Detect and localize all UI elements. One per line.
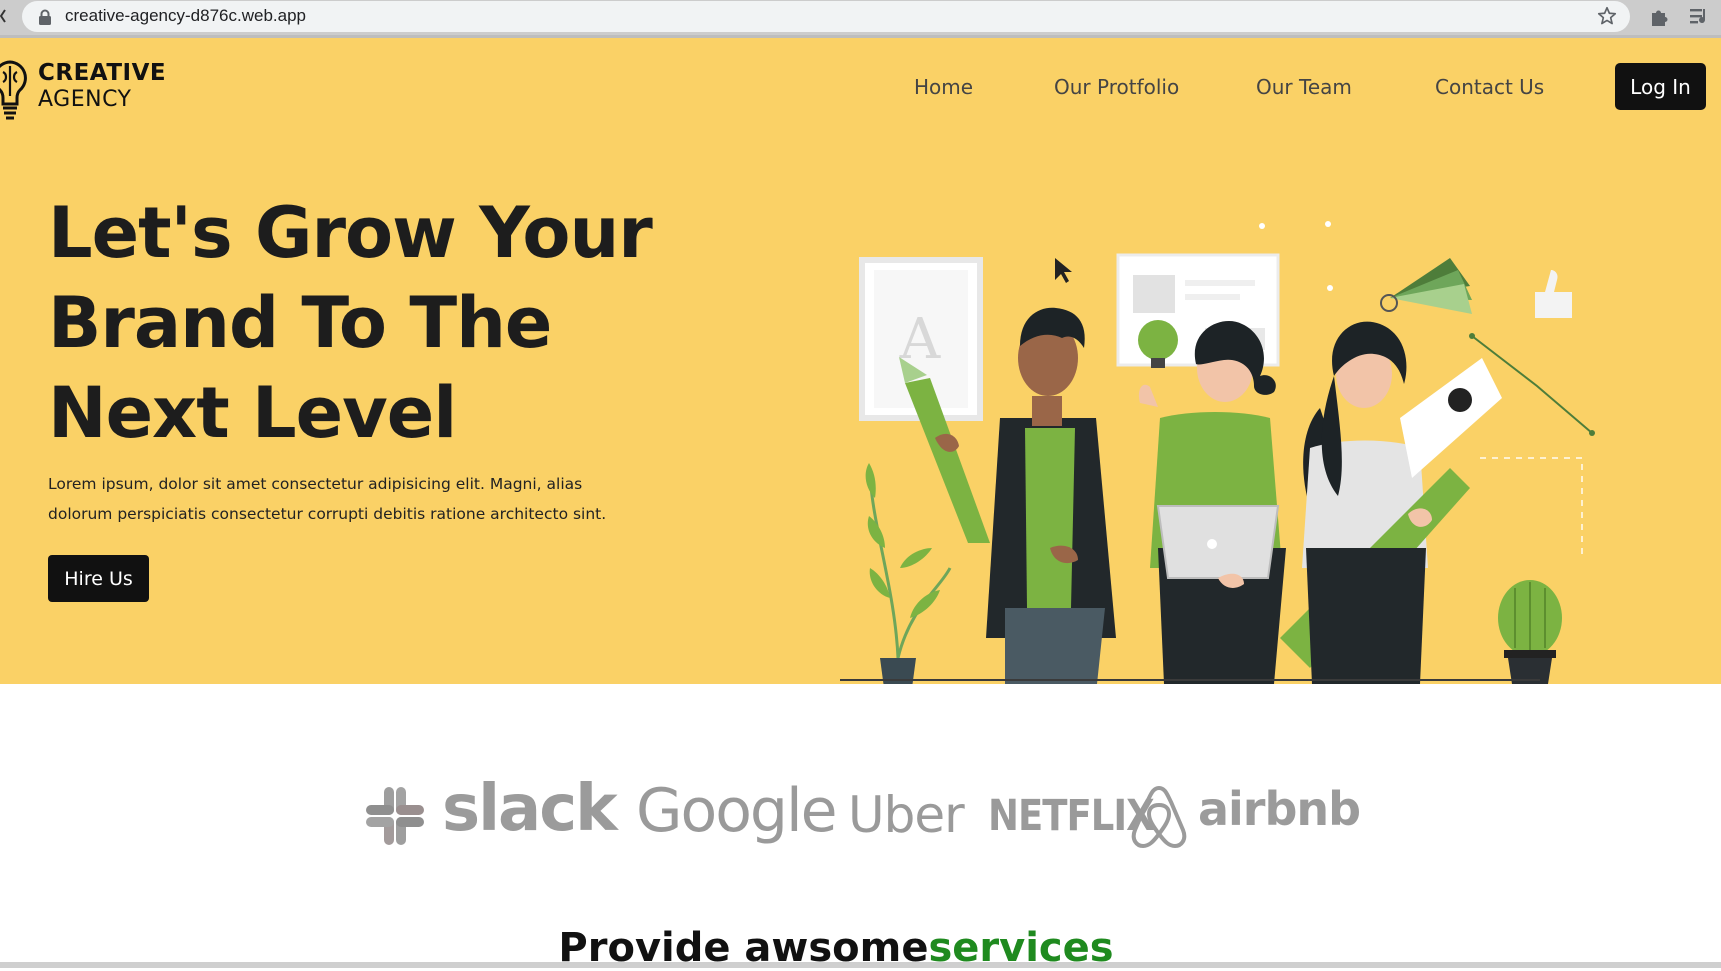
browser-toolbar: creative-agency-d876c.web.app [0,0,1721,38]
hero-description: Lorem ipsum, dolor sit amet consectetur … [48,469,668,529]
url-text[interactable]: creative-agency-d876c.web.app [65,6,306,26]
media-control-icon[interactable] [1688,6,1712,28]
login-button[interactable]: Log In [1615,63,1706,110]
potted-plant-icon [865,463,952,684]
client-logo-airbnb: airbnb [1130,782,1361,852]
color-swatch-icon [1380,258,1472,314]
hero-description-line: dolorum perspiciatis consectetur corrupt… [48,505,607,523]
airbnb-wordmark: airbnb [1198,782,1361,836]
cursor-icon [1055,258,1072,283]
nav-contact[interactable]: Contact Us [1435,75,1544,99]
hire-us-button[interactable]: Hire Us [48,555,149,602]
nav-portfolio[interactable]: Our Protfolio [1054,75,1179,99]
extensions-puzzle-icon[interactable] [1649,6,1671,28]
logo-text-agency[interactable]: AGENCY [38,87,131,112]
nav-home[interactable]: Home [914,75,973,99]
horizontal-scrollbar[interactable] [0,962,1721,968]
cactus-icon [1498,580,1562,684]
logo-text-creative[interactable]: CREATIVE [38,60,166,86]
address-bar[interactable]: creative-agency-d876c.web.app [22,1,1630,32]
client-logo-netflix: NETFLIX [988,790,1155,841]
bookmark-star-icon[interactable] [1596,5,1618,27]
slack-icon [366,787,424,845]
airbnb-icon [1131,785,1187,848]
client-logo-slack: slack [364,772,618,852]
pen-tool-path-icon [1469,333,1595,558]
hero-description-line: Lorem ipsum, dolor sit amet consectetur … [48,475,583,493]
slack-wordmark: slack [442,772,618,846]
hero-title-line: Let's Grow Your [48,192,653,274]
woman-with-laptop-figure [1138,320,1286,684]
lock-icon[interactable] [38,9,52,25]
hero-section: CREATIVE AGENCY Home Our Protfolio Our T… [0,38,1721,684]
hero-title-line: Brand To The [48,282,552,364]
client-logo-uber: Uber [848,786,965,844]
nav-team[interactable]: Our Team [1256,75,1352,99]
client-logo-google: Google [636,776,838,846]
team-illustration: A [840,221,1595,684]
thumbs-up-icon [1535,270,1572,318]
hero-title-line: Next Level [48,372,457,454]
woman-with-pen-figure [1280,321,1502,684]
back-arrow-icon[interactable] [0,8,6,24]
hero-title: Let's Grow Your Brand To The Next Level [48,188,748,458]
brain-bulb-logo-icon[interactable] [0,58,30,122]
